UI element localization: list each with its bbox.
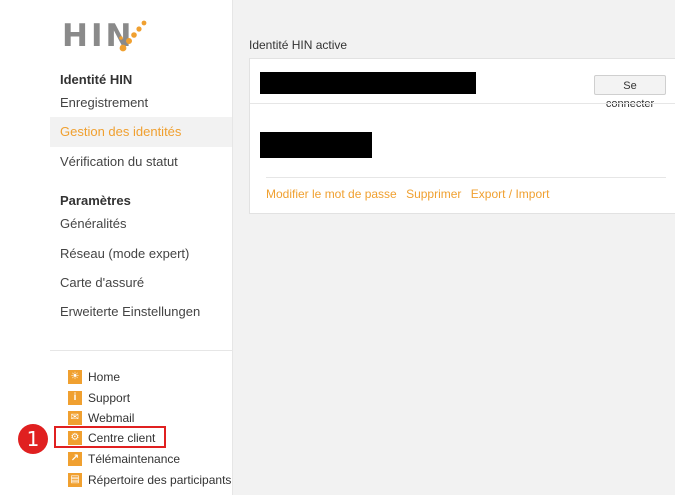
page-title: Identité HIN active xyxy=(249,38,348,52)
link-label: Home xyxy=(88,370,121,384)
identity-actions: Modifier le mot de passe Supprimer Expor… xyxy=(266,187,555,201)
sun-icon: ☀ xyxy=(68,369,82,384)
link-repertoire-participants[interactable]: ▤ Répertoire des participants xyxy=(68,471,231,489)
delete-link[interactable]: Supprimer xyxy=(406,187,461,201)
info-icon: i xyxy=(68,390,82,405)
link-label: Répertoire des participants xyxy=(88,473,232,487)
sidebar-divider xyxy=(50,350,232,351)
sidebar-item-verification-statut[interactable]: Vérification du statut xyxy=(50,147,232,177)
connect-button[interactable]: Se connecter xyxy=(594,75,666,110)
identity-card: Se connecter Modifier le mot de passe Su… xyxy=(249,58,675,214)
directory-icon: ▤ xyxy=(68,472,82,487)
sidebar: HIN Identité HIN Enregistrement Gestion … xyxy=(0,0,232,495)
sidebar-item-erweiterte-einstellungen[interactable]: Erweiterte Einstellungen xyxy=(50,297,232,327)
actions-divider xyxy=(266,177,666,178)
link-label: Webmail xyxy=(88,411,135,425)
sidebar-item-enregistrement[interactable]: Enregistrement xyxy=(50,88,232,118)
step-badge: 1 xyxy=(18,424,48,454)
highlight-box xyxy=(54,426,166,448)
export-import-link[interactable]: Export / Import xyxy=(471,187,550,201)
mail-icon: ✉ xyxy=(68,410,82,425)
link-label: Support xyxy=(88,391,131,405)
change-password-link[interactable]: Modifier le mot de passe xyxy=(266,187,397,201)
sidebar-item-carte-assure[interactable]: Carte d'assuré xyxy=(50,268,232,298)
logo-mark-icon xyxy=(119,20,147,52)
sidebar-item-generalites[interactable]: Généralités xyxy=(50,209,232,239)
sidebar-item-gestion-identites[interactable]: Gestion des identités xyxy=(50,117,232,147)
main-content: Identité HIN active Se connecter Modifie… xyxy=(233,0,675,495)
link-support[interactable]: i Support xyxy=(68,389,130,407)
redacted-identity-details xyxy=(260,132,372,158)
link-home[interactable]: ☀ Home xyxy=(68,368,120,386)
redacted-identity-name xyxy=(260,72,476,94)
section-heading-parametres: Paramètres xyxy=(60,193,131,208)
card-divider xyxy=(250,103,675,104)
link-webmail[interactable]: ✉ Webmail xyxy=(68,409,134,427)
link-telemaintenance[interactable]: ↗ Télémaintenance xyxy=(68,450,180,468)
link-label: Télémaintenance xyxy=(88,452,181,466)
hin-logo[interactable]: HIN xyxy=(62,18,172,54)
wrench-icon: ↗ xyxy=(68,451,82,466)
section-heading-identite: Identité HIN xyxy=(60,72,133,87)
sidebar-item-reseau[interactable]: Réseau (mode expert) xyxy=(50,239,232,269)
